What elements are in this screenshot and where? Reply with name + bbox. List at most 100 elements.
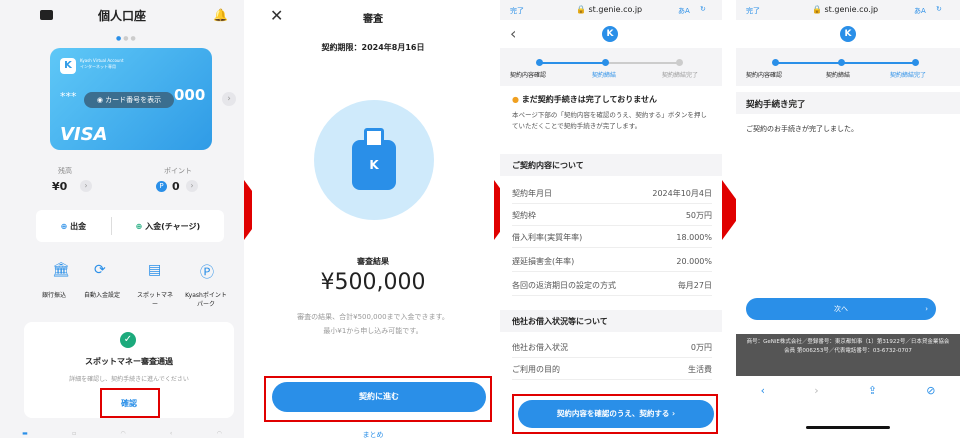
section-contract: ご契約内容について: [500, 154, 722, 176]
done-button[interactable]: 完了: [746, 6, 760, 16]
browser-bar: 完了 🔒 st.genie.co.jp あA ↻: [736, 0, 960, 20]
table-row: 他社お借入状況 0万円: [512, 338, 712, 358]
warning-icon: ●: [512, 95, 519, 104]
point-value: 0: [172, 180, 180, 193]
notice-sub: 詳細を確認し、契約手続きに進んでください: [69, 376, 189, 383]
deposit-button[interactable]: ⊕ 入金(チャージ): [112, 221, 224, 232]
home-indicator: [806, 426, 890, 429]
menu-spot-money[interactable]: スポットマネー: [136, 290, 174, 308]
chevron-right-icon[interactable]: ›: [80, 180, 92, 192]
later-link[interactable]: まとめ: [252, 430, 494, 438]
next-button[interactable]: 次へ ›: [746, 298, 936, 320]
warning-body: 本ページ下部の「契約内容を確認のうえ、契約する」ボタンを押していただくことで契約…: [512, 111, 707, 130]
step-dot: [772, 59, 779, 66]
page-title: 個人口座: [97, 8, 146, 23]
table-row: 借入利率(実質年率) 18.000%: [512, 228, 712, 248]
visa-logo: VISA: [60, 124, 108, 145]
table-row: 契約枠 50万円: [512, 206, 712, 226]
back-icon[interactable]: ‹: [510, 24, 516, 43]
step-dot: [838, 59, 845, 66]
highlight-confirm: [100, 388, 160, 418]
url-field[interactable]: 🔒 st.genie.co.jp: [576, 5, 642, 14]
menu-point-park[interactable]: Kyashポイントパーク: [184, 290, 228, 308]
illustration: K: [314, 100, 434, 220]
tab-icon[interactable]: ◠: [120, 430, 125, 438]
section-other-loans: 他社お借入状況等について: [500, 310, 722, 332]
step-label: 契約内容確認: [746, 72, 783, 79]
text-size-button[interactable]: あA: [678, 6, 690, 16]
result-desc-1: 審査の結果、合計¥500,000まで入金できます。: [297, 313, 449, 321]
kyash-logo-icon: K: [602, 26, 618, 42]
step-indicator: 契約内容確認 契約締結 契約締結完了: [736, 48, 960, 86]
browser-bar: 完了 🔒 st.genie.co.jp あA ↻: [500, 0, 722, 20]
card-tail: 000: [174, 86, 206, 104]
safari-toolbar: ‹ › ⇪ ⊘: [736, 384, 960, 404]
point-label: ポイント: [164, 167, 192, 175]
auto-deposit-icon[interactable]: ⟳: [94, 262, 106, 278]
step-label: 契約締結完了: [662, 72, 699, 79]
wallet-icon[interactable]: [40, 10, 53, 20]
kyash-logo-icon: K: [60, 58, 76, 74]
chevron-right-icon[interactable]: ›: [186, 180, 198, 192]
withdraw-icon: ⊕: [60, 221, 68, 231]
done-button[interactable]: 完了: [510, 6, 524, 16]
tab-icon[interactable]: ▫: [72, 430, 76, 438]
kyash-account-screen: 個人口座 🔔 ●●● K Kyash Virtual Account インターネ…: [0, 0, 244, 438]
table-row: 各回の返済期日の設定の方式 毎月27日: [512, 276, 712, 296]
step-dot: [536, 59, 543, 66]
page-title: 審査: [363, 14, 383, 25]
page-dots: ●●●: [116, 35, 138, 42]
chevron-right-icon[interactable]: ›: [222, 92, 236, 106]
card-stars: ***: [60, 90, 77, 103]
point-park-icon[interactable]: Ⓟ: [200, 262, 214, 282]
step-label: 契約締結: [592, 72, 617, 79]
complete-screen: 完了 🔒 st.genie.co.jp あA ↻ K 契約内容確認 契約締結 契…: [736, 0, 960, 438]
step-dot: [676, 59, 683, 66]
step-label: 契約締結完了: [890, 72, 927, 79]
header: 個人口座 🔔: [0, 0, 244, 30]
compass-icon[interactable]: ⊘: [926, 384, 935, 404]
table-row: 遅延損害金(年率) 20.000%: [512, 252, 712, 272]
tab-icon[interactable]: ◠: [217, 430, 222, 438]
wallet-icon: K: [352, 128, 396, 190]
review-screen: ✕ 審査 契約期限：2024年8月16日 K 審査結果 ¥500,000 審査の…: [252, 0, 494, 438]
menu-bank[interactable]: 銀行振込: [36, 290, 72, 299]
balance-label: 残高: [58, 167, 72, 175]
deposit-icon: ⊕: [135, 221, 143, 231]
approved-amount: ¥500,000: [320, 270, 426, 295]
contract-period: 契約期限：2024年8月16日: [321, 43, 425, 52]
tab-home-icon[interactable]: ▬: [22, 430, 28, 438]
step-dot: [912, 59, 919, 66]
url-field[interactable]: 🔒 st.genie.co.jp: [812, 5, 878, 14]
warning-title: ● まだ契約手続きは完了しておりません: [512, 95, 658, 104]
reload-icon[interactable]: ↻: [700, 5, 706, 13]
card-tag: Kyash Virtual Account: [80, 58, 124, 63]
result-label: 審査結果: [357, 257, 389, 266]
reload-icon[interactable]: ↻: [936, 5, 942, 13]
virtual-card[interactable]: K Kyash Virtual Account インターネット専用 *** ◉ …: [50, 48, 212, 150]
withdraw-button[interactable]: ⊕ 出金: [36, 221, 111, 232]
check-icon: ✓: [120, 332, 136, 348]
text-size-button[interactable]: あA: [914, 6, 926, 16]
table-row: 契約年月日 2024年10月4日: [512, 184, 712, 204]
kyash-logo-icon: K: [840, 26, 856, 42]
notice-title: スポットマネー審査通過: [85, 357, 173, 366]
share-icon[interactable]: ⇪: [868, 384, 877, 404]
bank-icon[interactable]: 🏛: [52, 262, 70, 278]
forward-icon[interactable]: ›: [814, 384, 818, 404]
highlight-contract: [512, 394, 718, 434]
contract-screen: 完了 🔒 st.genie.co.jp あA ↻ ‹ K 契約内容確認 契約締結…: [500, 0, 722, 438]
spot-money-icon[interactable]: ▤: [148, 262, 161, 278]
step-label: 契約内容確認: [510, 72, 547, 79]
highlight-proceed: [264, 376, 492, 422]
show-card-number-button[interactable]: ◉ カード番号を表示: [84, 92, 174, 108]
step-label: 契約締結: [826, 72, 851, 79]
bell-icon[interactable]: 🔔: [213, 8, 228, 22]
table-row: ご利用の目的 生活費: [512, 360, 712, 380]
complete-title: 契約手続き完了: [736, 92, 960, 114]
balance-value: ¥0: [52, 180, 68, 193]
menu-auto-deposit[interactable]: 自動入金設定: [80, 290, 124, 299]
tab-icon[interactable]: ‹: [170, 430, 172, 438]
tab-bar: ▬ ▫ ◠ ‹ ◠: [0, 430, 244, 438]
back-icon[interactable]: ‹: [761, 384, 765, 404]
